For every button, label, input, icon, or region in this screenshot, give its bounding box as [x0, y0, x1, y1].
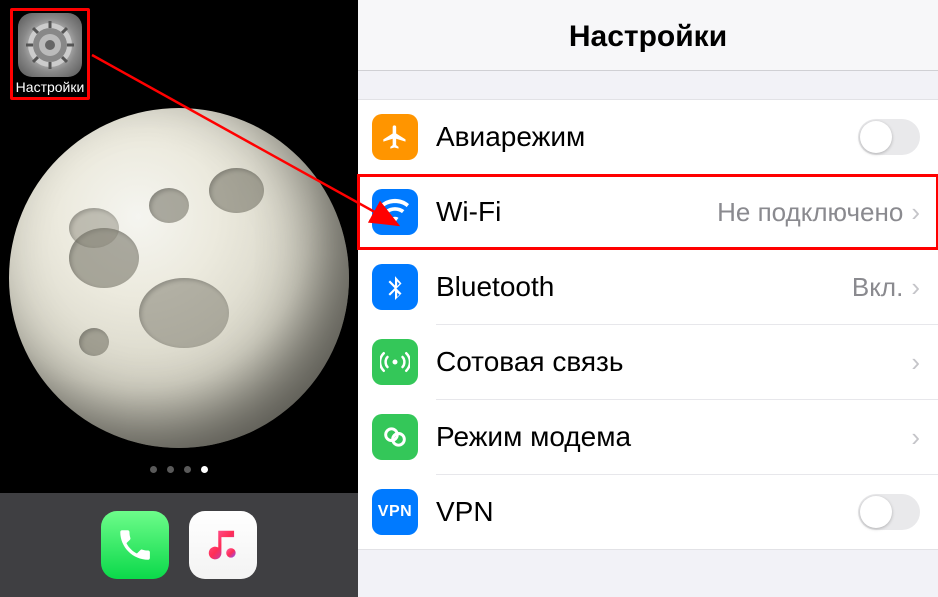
settings-list: Авиарежим Wi-Fi Не подключено ›: [358, 99, 938, 550]
row-hotspot[interactable]: Режим модема ›: [358, 400, 938, 474]
page-dot: [184, 466, 191, 473]
settings-app-icon[interactable]: [18, 13, 82, 77]
row-bluetooth-value: Вкл.: [852, 272, 903, 303]
settings-title: Настройки: [358, 0, 938, 71]
settings-app-highlight: Настройки: [10, 8, 90, 100]
music-note-icon: [204, 526, 242, 564]
cellular-icon: [372, 339, 418, 385]
chevron-right-icon: ›: [911, 347, 920, 378]
chevron-right-icon: ›: [911, 422, 920, 453]
phone-app-icon[interactable]: [101, 511, 169, 579]
bluetooth-icon: [372, 264, 418, 310]
chevron-right-icon: ›: [911, 197, 920, 228]
chevron-right-icon: ›: [911, 272, 920, 303]
row-wifi-value: Не подключено: [717, 197, 903, 228]
vpn-badge-text: VPN: [378, 503, 412, 521]
row-hotspot-label: Режим модема: [436, 421, 631, 453]
gear-icon: [25, 20, 75, 70]
row-cellular[interactable]: Сотовая связь ›: [358, 325, 938, 399]
row-bluetooth[interactable]: Bluetooth Вкл. ›: [358, 250, 938, 324]
row-wifi[interactable]: Wi-Fi Не подключено ›: [358, 175, 938, 249]
hotspot-icon: [372, 414, 418, 460]
settings-screen: Настройки Авиарежим Wi-Fi: [358, 0, 938, 597]
phone-icon: [116, 526, 154, 564]
dock: [0, 493, 358, 597]
airplane-toggle[interactable]: [858, 119, 920, 155]
row-wifi-label: Wi-Fi: [436, 196, 501, 228]
row-vpn-label: VPN: [436, 496, 494, 528]
moon-image: [9, 108, 349, 448]
row-airplane[interactable]: Авиарежим: [358, 100, 938, 174]
music-app-icon[interactable]: [189, 511, 257, 579]
row-vpn[interactable]: VPN VPN: [358, 475, 938, 549]
page-dot: [150, 466, 157, 473]
row-bluetooth-label: Bluetooth: [436, 271, 554, 303]
settings-app-label: Настройки: [15, 79, 85, 95]
airplane-icon: [372, 114, 418, 160]
vpn-icon: VPN: [372, 489, 418, 535]
page-dot: [167, 466, 174, 473]
row-airplane-label: Авиарежим: [436, 121, 585, 153]
row-cellular-label: Сотовая связь: [436, 346, 623, 378]
home-screen: Настройки: [0, 0, 358, 597]
page-indicator[interactable]: [150, 466, 208, 473]
wallpaper: [0, 108, 358, 493]
page-dot-active: [201, 466, 208, 473]
wifi-icon: [372, 189, 418, 235]
vpn-toggle[interactable]: [858, 494, 920, 530]
